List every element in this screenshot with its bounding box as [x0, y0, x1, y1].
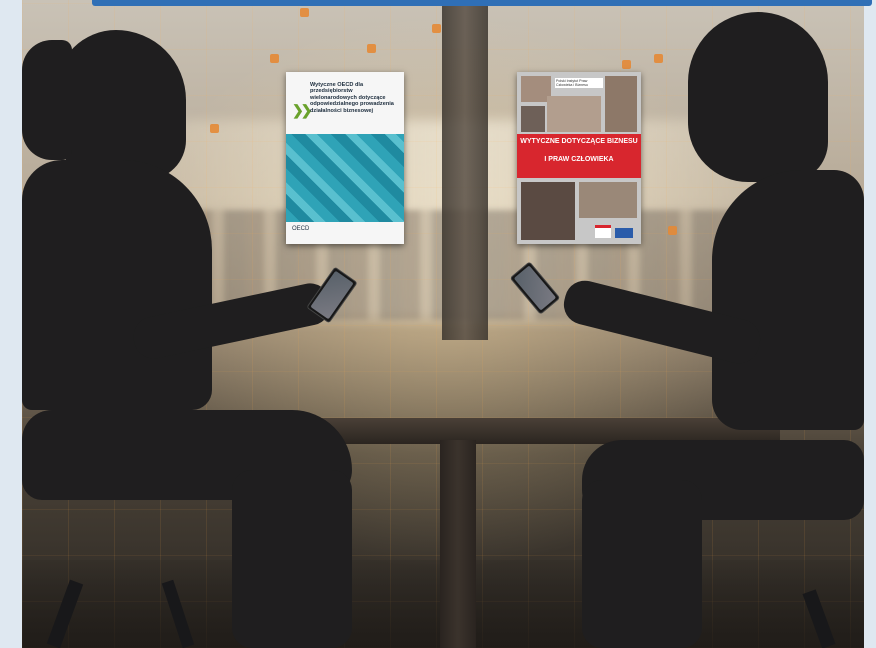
cover-logo: [595, 225, 611, 238]
glow-square: [210, 124, 219, 133]
book-left-pattern: [286, 134, 404, 222]
book-left-publisher: OECD: [292, 226, 310, 232]
man-torso: [712, 170, 864, 430]
glow-square: [270, 54, 279, 63]
cover-photo: [521, 182, 575, 240]
glow-square: [654, 54, 663, 63]
business-human-rights-book-cover: Polski Instytut Praw Człowieka i Biznesu…: [517, 72, 641, 244]
glow-square: [668, 226, 677, 235]
window-pillar: [442, 0, 488, 340]
woman-torso: [22, 160, 212, 410]
glow-square: [367, 44, 376, 53]
cover-photo: [547, 96, 601, 132]
woman-head: [56, 30, 186, 180]
cover-photo: [579, 182, 637, 218]
book-left-title: Wytyczne OECD dla przedsiębiorstw wielon…: [310, 82, 394, 114]
accent-bar: [92, 0, 872, 6]
glow-square: [432, 24, 441, 33]
glow-square: [622, 60, 631, 69]
cover-photo: [521, 106, 545, 132]
book-right-title-line2: I PRAW CZŁOWIEKA: [544, 156, 614, 163]
woman-ponytail: [22, 40, 72, 160]
book-right-header: Polski Instytut Praw Człowieka i Biznesu: [555, 78, 603, 89]
cover-logo: [615, 228, 633, 238]
table-leg: [440, 440, 476, 648]
glow-square: [300, 8, 309, 17]
man-lower-leg: [582, 480, 702, 648]
book-right-title-line1: WYTYCZNE DOTYCZĄCE BIZNESU: [520, 138, 638, 145]
oecd-chevron-logo: ❯❯: [292, 102, 313, 118]
photo-frame: ❯❯ Wytyczne OECD dla przedsiębiorstw wie…: [22, 0, 864, 648]
oecd-guidelines-book-cover: ❯❯ Wytyczne OECD dla przedsiębiorstw wie…: [286, 72, 404, 244]
man-head: [688, 12, 828, 182]
cover-photo: [605, 76, 637, 132]
woman-lower-leg: [232, 470, 352, 648]
